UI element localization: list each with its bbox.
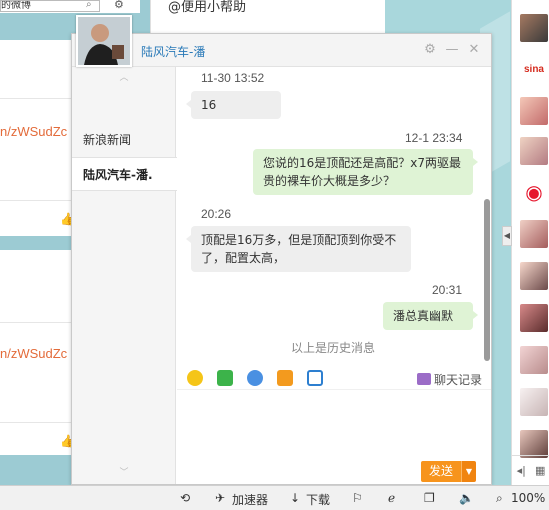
send-button[interactable]: 发送 bbox=[421, 461, 461, 482]
contact-avatar[interactable] bbox=[520, 304, 548, 332]
screenshot-icon[interactable] bbox=[307, 370, 323, 386]
grid-icon[interactable]: ▦ bbox=[535, 464, 545, 477]
message-timestamp: 20:26 bbox=[201, 207, 232, 221]
chat-history-icon bbox=[417, 373, 431, 385]
contacts-avatar-column: ◀ sina ◉ ◂| ▦ bbox=[502, 0, 549, 485]
contact-avatar[interactable] bbox=[520, 430, 548, 458]
zoom-icon[interactable]: ⌕ bbox=[496, 491, 503, 506]
accelerator-icon[interactable]: ✈ bbox=[215, 491, 225, 505]
app-icon[interactable] bbox=[277, 370, 293, 386]
minimize-icon[interactable]: — bbox=[445, 43, 459, 57]
zoom-level[interactable]: 100% bbox=[511, 491, 545, 505]
chat-history-label: 聊天记录 bbox=[434, 373, 483, 387]
contact-avatar[interactable] bbox=[520, 388, 548, 416]
chat-history-button[interactable]: 聊天记录 bbox=[417, 371, 482, 388]
volume-icon[interactable]: 🔈 bbox=[459, 491, 474, 505]
image-icon[interactable] bbox=[217, 370, 233, 386]
chevron-up-icon[interactable]: ︿ bbox=[72, 69, 176, 87]
chat-window: 陆风汽车-潘 ⚙ — ✕ ︿ 新浪新闻 陆风汽车-潘. ﹀ 11-30 13:5… bbox=[71, 33, 492, 485]
send-options-dropdown[interactable]: ▼ bbox=[461, 461, 476, 482]
sina-logo-avatar[interactable]: sina bbox=[520, 56, 548, 84]
search-icon[interactable]: ⌕ bbox=[86, 0, 96, 10]
collapse-arrow-icon[interactable]: ◀ bbox=[502, 226, 512, 246]
contact-avatar[interactable] bbox=[520, 346, 548, 374]
send-button-group: 发送 ▼ bbox=[421, 461, 476, 482]
contact-avatar[interactable] bbox=[520, 97, 548, 125]
chat-title: 陆风汽车-潘 bbox=[141, 45, 206, 59]
contact-avatar[interactable] bbox=[520, 137, 548, 165]
contact-avatar[interactable] bbox=[520, 220, 548, 248]
message-scrollbar[interactable] bbox=[484, 199, 490, 361]
copy-icon[interactable]: ❐ bbox=[424, 491, 435, 505]
person-photo bbox=[78, 17, 130, 65]
contacts-footer: ◂| ▦ bbox=[512, 455, 549, 485]
flag-icon[interactable]: ⚐ bbox=[352, 491, 363, 505]
message-timestamp: 12-1 23:34 bbox=[405, 131, 463, 145]
close-icon[interactable]: ✕ bbox=[467, 43, 481, 57]
message-input[interactable] bbox=[177, 390, 491, 460]
weibo-center-text: @便用小帮助 bbox=[168, 0, 247, 15]
download-label[interactable]: 下载 bbox=[306, 491, 330, 508]
browser-statusbar: ⟲ ✈ 加速器 ↓ 下载 ⚐ ℯ ❐ 🔈 ⌕ 100% bbox=[0, 485, 549, 510]
conversation-item-lufeng[interactable]: 陆风汽车-潘. bbox=[72, 157, 177, 191]
gear-icon[interactable]: ⚙ bbox=[114, 0, 128, 10]
contact-profile-avatar[interactable] bbox=[76, 15, 132, 67]
contact-avatar[interactable] bbox=[520, 14, 548, 42]
download-icon[interactable]: ↓ bbox=[290, 491, 300, 505]
refresh-icon[interactable]: ⟲ bbox=[180, 491, 190, 505]
history-notice: 以上是历史消息 bbox=[291, 341, 376, 355]
accelerator-label[interactable]: 加速器 bbox=[232, 491, 268, 508]
feed-link-2[interactable]: n/zWSudZc bbox=[0, 346, 67, 361]
message-bubble-incoming: 16 bbox=[186, 91, 281, 119]
feed-link-1[interactable]: n/zWSudZc bbox=[0, 124, 67, 139]
weibo-logo-avatar[interactable]: ◉ bbox=[520, 178, 548, 206]
input-toolbar: 聊天记录 bbox=[177, 368, 491, 390]
message-timestamp: 20:31 bbox=[432, 283, 463, 297]
chevron-down-icon[interactable]: ﹀ bbox=[72, 464, 176, 482]
emoji-icon[interactable] bbox=[187, 370, 203, 386]
settings-icon[interactable]: ⚙ bbox=[423, 43, 437, 57]
message-timestamp: 11-30 13:52 bbox=[201, 71, 265, 85]
message-bubble-incoming: 顶配是16万多，但是顶配顶到你受不了，配置太高， bbox=[186, 226, 411, 272]
message-list: 11-30 13:52 16 12-1 23:34 您说的16是顶配还是高配？x… bbox=[177, 67, 491, 371]
message-bubble-outgoing: 您说的16是顶配还是高配？x7两驱最贵的裸车价大概是多少？ bbox=[253, 149, 478, 195]
conversation-item-sina-news[interactable]: 新浪新闻 bbox=[72, 123, 176, 157]
message-bubble-outgoing: 潘总真幽默 bbox=[383, 302, 478, 330]
weibo-search-input[interactable]: 的微博 bbox=[0, 0, 100, 12]
attachment-icon[interactable] bbox=[247, 370, 263, 386]
chat-header: 陆风汽车-潘 ⚙ — ✕ bbox=[72, 34, 491, 67]
contact-avatar[interactable] bbox=[520, 262, 548, 290]
ie-icon[interactable]: ℯ bbox=[388, 491, 395, 505]
collapse-left-icon[interactable]: ◂| bbox=[517, 464, 526, 477]
conversation-list: ︿ 新浪新闻 陆风汽车-潘. ﹀ bbox=[72, 67, 177, 484]
